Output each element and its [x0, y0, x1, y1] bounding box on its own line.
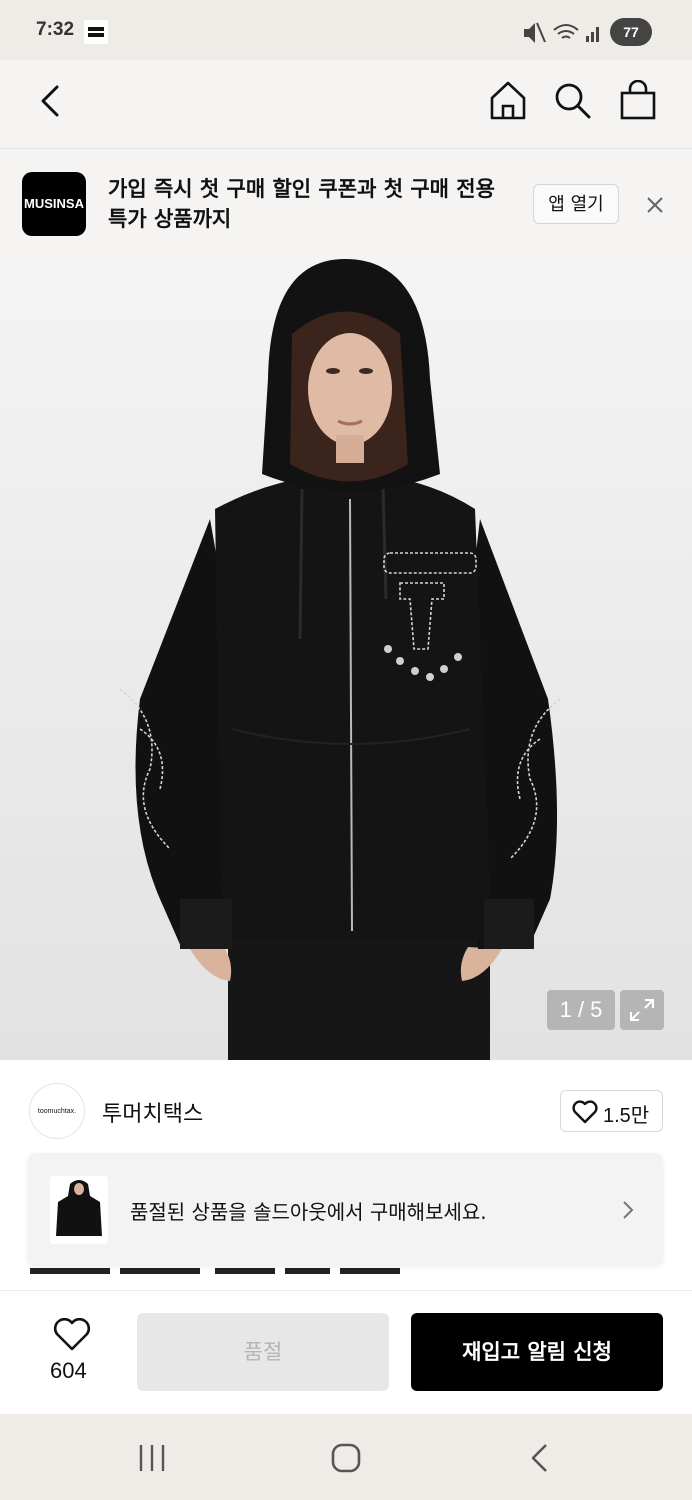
favorite-count: 604	[50, 1358, 87, 1383]
heart-icon	[572, 1100, 598, 1124]
restock-alert-button[interactable]: 재입고 알림 신청	[411, 1313, 663, 1391]
shopping-bag-icon[interactable]	[619, 80, 657, 122]
image-counter: 1 / 5	[547, 990, 615, 1030]
status-icons	[524, 22, 599, 43]
brand-like-count: 1.5만	[603, 1105, 650, 1127]
search-icon[interactable]	[553, 81, 593, 121]
product-image[interactable]	[0, 259, 692, 1060]
notice-text: 품절된 상품을 솔드아웃에서 구매해보세요.	[130, 1200, 487, 1224]
hoodie-model-illustration	[119, 259, 561, 1060]
open-app-button[interactable]: 앱 열기	[533, 184, 619, 224]
notification-flag-icon	[84, 20, 108, 44]
nav-home-icon[interactable]	[330, 1442, 362, 1474]
nav-back-icon[interactable]	[526, 1442, 554, 1474]
favorite-heart-icon[interactable]	[53, 1318, 91, 1352]
expand-icon[interactable]	[620, 990, 664, 1030]
soldout-button[interactable]: 품절	[137, 1313, 389, 1391]
musinsa-logo: MUSINSA	[22, 172, 86, 236]
wifi-icon	[553, 24, 579, 39]
battery-indicator: 77	[610, 18, 652, 46]
back-icon[interactable]	[36, 84, 66, 118]
status-time: 7:32	[36, 19, 75, 40]
home-icon[interactable]	[488, 80, 528, 122]
signal-icon	[586, 27, 599, 42]
close-icon[interactable]	[640, 190, 670, 220]
brand-name[interactable]: 투머치택스	[102, 1096, 203, 1128]
banner-message: 가입 즉시 첫 구매 할인 쿠폰과 첫 구매 전용 특가 상품까지	[108, 177, 495, 231]
chevron-right-icon	[623, 1201, 634, 1219]
mute-icon	[524, 22, 546, 43]
nav-recents-icon[interactable]	[136, 1442, 170, 1474]
brand-logo[interactable]: toomuchtax.	[29, 1083, 85, 1139]
notice-thumbnail	[50, 1176, 108, 1244]
